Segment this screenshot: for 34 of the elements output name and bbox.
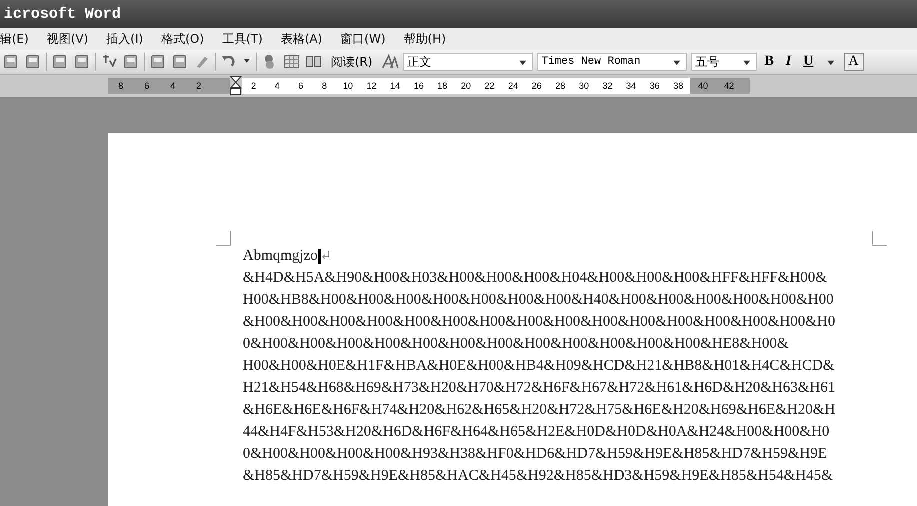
menu-item[interactable]: 格式(O): [161, 30, 204, 48]
document-text-line: 44&H4F&H53&H20&H6D&H6F&H64&H65&H2E&H0D&H0D&H0A&H24&H00&H00&H0: [243, 423, 831, 442]
font-color-button[interactable]: A: [844, 53, 864, 71]
menu-item[interactable]: 帮助(H): [404, 30, 446, 48]
italic-button[interactable]: I: [782, 54, 796, 70]
document-text-line: &H85&HD7&H59&H9E&H85&HAC&H45&H92&H85&HD3&H59&H9E&H85&H54&H45&: [243, 467, 834, 486]
document-text-line: H21&H54&H68&H69&H73&H20&H70&H72&H6F&H67&H72&H61&H6D&H20&H63&H61: [243, 379, 837, 398]
document-text-line: Abmqmgjzo: [243, 247, 318, 266]
text-cursor: [318, 248, 321, 264]
document-text-line: &H4D&H5A&H90&H00&H03&H00&H00&H00&H04&H00&H00&H00&HFF&HFF&H00&: [243, 269, 828, 288]
font-size-dropdown[interactable]: 五号: [690, 53, 757, 71]
menu-item[interactable]: 表格(A): [280, 30, 323, 48]
menu-item[interactable]: 视图(V): [46, 30, 89, 48]
document-text-line: 0&H00&H00&H00&H00&H93&H38&HF0&HD6&HD7&H59&H9E&H85&HD7&H59&H9E: [243, 445, 828, 464]
document-text-line: H00&HB8&H00&H00&H00&H00&H00&H00&H00&H40&H00&H00&H00&H00&H00&H00: [243, 291, 835, 310]
window-title: icrosoft Word: [4, 6, 122, 22]
menu-item[interactable]: 工具(T): [222, 30, 263, 48]
menu-item[interactable]: 插入(I): [106, 30, 144, 48]
menu-item[interactable]: 窗口(W): [340, 30, 386, 48]
document-text-line: &H00&H00&H00&H00&H00&H00&H00&H00&H00&H00&H00&H00&H00&H00&H00&H0: [243, 313, 836, 332]
read-button[interactable]: 阅读(R): [327, 54, 377, 70]
document-text-line: 0&H00&H00&H00&H00&H00&H00&H00&H00&H00&H00&H00&H00&HE8&H00&: [243, 335, 790, 354]
bold-button[interactable]: B: [760, 54, 778, 70]
document-text-line: H00&H00&H0E&H1F&HBA&H0E&H00&HB4&H09&HCD&H21&HB8&H01&H4C&HCD&: [243, 357, 836, 376]
table-icon[interactable]: [283, 53, 301, 71]
font-dropdown[interactable]: Times New Roman: [536, 53, 687, 71]
styles-icon[interactable]: [380, 53, 399, 71]
ruler: 8 6 4 2 2 4 6 8 10 12 14 16 18 20 22 24 26 28 30 32 34 36 38 40 42: [108, 78, 750, 94]
paragraph-mark-icon: [321, 250, 331, 262]
document-text-line: &H6E&H6E&H6F&H74&H20&H62&H65&H20&H72&H75&H6E&H20&H69&H6E&H20&H: [243, 401, 836, 420]
menu-item[interactable]: 辑(E): [0, 30, 29, 48]
style-dropdown[interactable]: 正文: [402, 53, 533, 71]
underline-button[interactable]: U: [800, 54, 818, 70]
indent-marker-icon[interactable]: [230, 76, 242, 96]
